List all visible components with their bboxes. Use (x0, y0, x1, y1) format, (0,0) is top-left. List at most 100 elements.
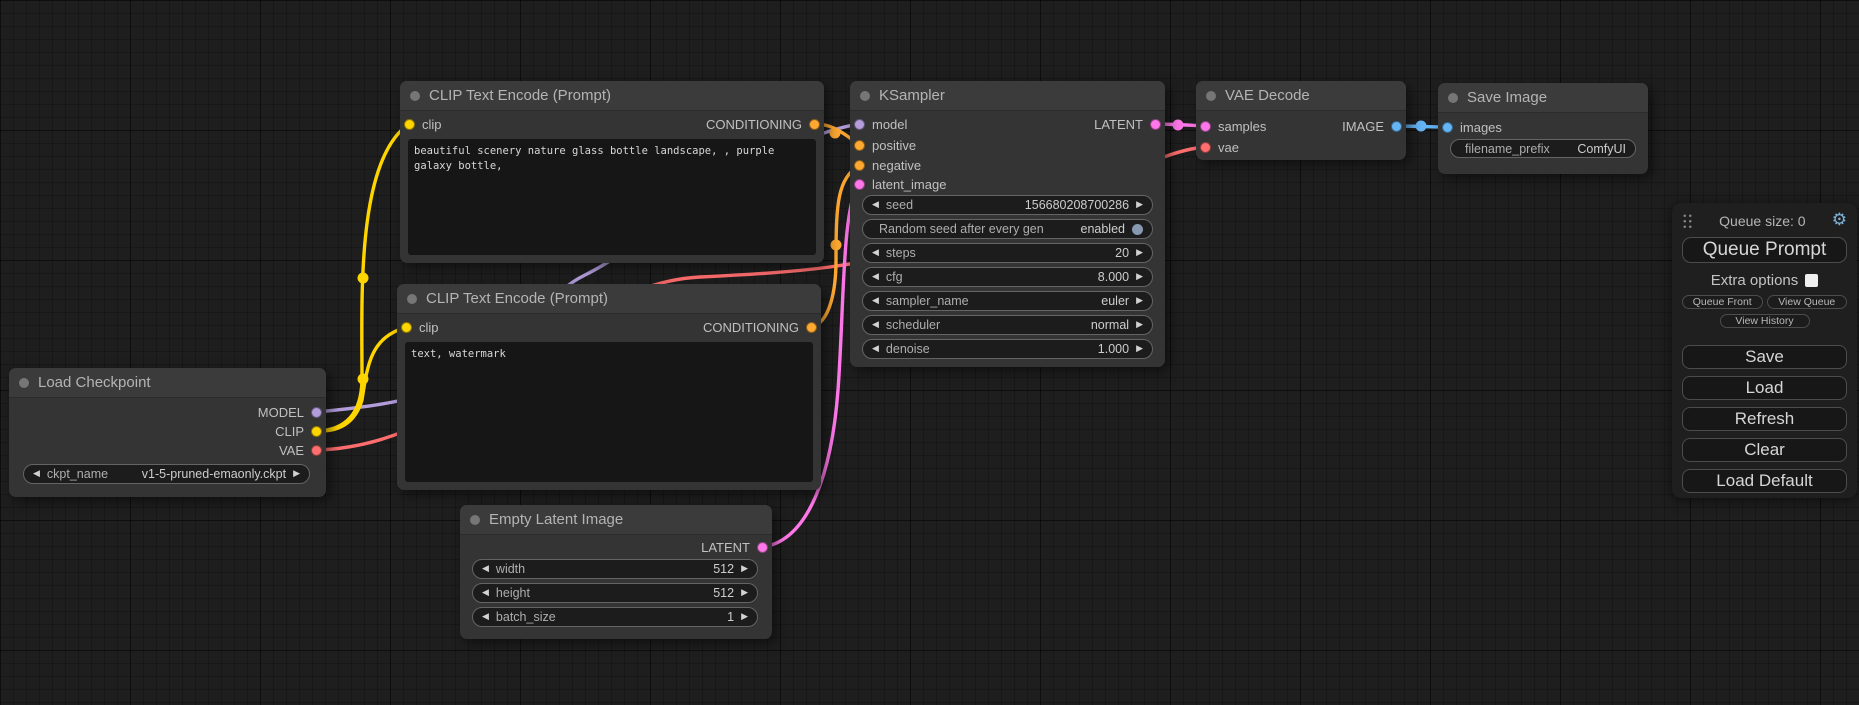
slot-dot-vae[interactable] (1200, 142, 1211, 153)
widget-sampler-name[interactable]: ◀ sampler_name euler ▶ (862, 291, 1153, 311)
decrement-arrow-icon[interactable]: ◀ (872, 344, 879, 354)
slot-dot-latent[interactable] (1150, 119, 1161, 130)
widget-seed[interactable]: ◀ seed 156680208700286 ▶ (862, 195, 1153, 215)
slot-dot-conditioning[interactable] (854, 140, 865, 151)
slot-dot-model[interactable] (311, 407, 322, 418)
slot-dot-latent[interactable] (1200, 121, 1211, 132)
widget-filename-prefix[interactable]: filename_prefix ComfyUI (1450, 139, 1636, 158)
output-slot-latent[interactable]: LATENT (701, 539, 768, 555)
slot-dot-image[interactable] (1391, 121, 1402, 132)
node-clip-text-encode-positive[interactable]: CLIP Text Encode (Prompt) clip CONDITION… (400, 81, 824, 263)
increment-arrow-icon[interactable]: ▶ (293, 469, 300, 479)
slot-dot-clip[interactable] (311, 426, 322, 437)
link-dot (1173, 120, 1184, 131)
drag-handle-icon[interactable] (1682, 213, 1693, 228)
slot-dot-model[interactable] (854, 119, 865, 130)
increment-arrow-icon[interactable]: ▶ (1136, 248, 1143, 258)
node-clip-text-encode-negative[interactable]: CLIP Text Encode (Prompt) clip CONDITION… (397, 284, 821, 490)
extra-options-checkbox[interactable] (1805, 274, 1818, 287)
collapse-dot-icon[interactable] (407, 294, 417, 304)
collapse-dot-icon[interactable] (1206, 91, 1216, 101)
input-slot-vae[interactable]: vae (1200, 139, 1239, 155)
decrement-arrow-icon[interactable]: ◀ (872, 272, 879, 282)
slot-dot-vae[interactable] (311, 445, 322, 456)
queue-prompt-button[interactable]: Queue Prompt (1682, 237, 1847, 263)
widget-cfg[interactable]: ◀ cfg 8.000 ▶ (862, 267, 1153, 287)
increment-arrow-icon[interactable]: ▶ (741, 612, 748, 622)
refresh-button[interactable]: Refresh (1682, 407, 1847, 431)
increment-arrow-icon[interactable]: ▶ (1136, 296, 1143, 306)
increment-arrow-icon[interactable]: ▶ (1136, 320, 1143, 330)
node-empty-latent-image[interactable]: Empty Latent Image LATENT ◀ width 512 ▶ … (460, 505, 772, 639)
output-slot-conditioning[interactable]: CONDITIONING (706, 116, 820, 132)
widget-random-seed-toggle[interactable]: Random seed after every gen enabled (862, 219, 1153, 239)
slot-label: model (872, 117, 907, 132)
increment-arrow-icon[interactable]: ▶ (1136, 272, 1143, 282)
node-load-checkpoint[interactable]: Load Checkpoint MODEL CLIP VAE ◀ ckpt_na… (9, 368, 326, 497)
collapse-dot-icon[interactable] (860, 91, 870, 101)
toggle-on-icon[interactable] (1132, 224, 1143, 235)
input-slot-model[interactable]: model (854, 116, 907, 132)
input-slot-latent-image[interactable]: latent_image (854, 176, 946, 192)
output-slot-latent[interactable]: LATENT (1094, 116, 1161, 132)
node-save-image[interactable]: Save Image images filename_prefix ComfyU… (1438, 83, 1648, 174)
input-slot-negative[interactable]: negative (854, 157, 921, 173)
widget-scheduler[interactable]: ◀ scheduler normal ▶ (862, 315, 1153, 335)
decrement-arrow-icon[interactable]: ◀ (33, 469, 40, 479)
increment-arrow-icon[interactable]: ▶ (1136, 200, 1143, 210)
decrement-arrow-icon[interactable]: ◀ (482, 564, 489, 574)
increment-arrow-icon[interactable]: ▶ (741, 588, 748, 598)
widget-denoise[interactable]: ◀ denoise 1.000 ▶ (862, 339, 1153, 359)
input-slot-images[interactable]: images (1442, 119, 1502, 135)
node-title: CLIP Text Encode (Prompt) (429, 87, 611, 104)
slot-dot-image[interactable] (1442, 122, 1453, 133)
widget-ckpt-name[interactable]: ◀ ckpt_name v1-5-pruned-emaonly.ckpt ▶ (23, 464, 310, 484)
clear-button[interactable]: Clear (1682, 438, 1847, 462)
output-slot-image[interactable]: IMAGE (1342, 118, 1402, 134)
save-button[interactable]: Save (1682, 345, 1847, 369)
slot-dot-clip[interactable] (404, 119, 415, 130)
decrement-arrow-icon[interactable]: ◀ (872, 296, 879, 306)
increment-arrow-icon[interactable]: ▶ (741, 564, 748, 574)
widget-height[interactable]: ◀ height 512 ▶ (472, 583, 758, 603)
widget-width[interactable]: ◀ width 512 ▶ (472, 559, 758, 579)
view-history-button[interactable]: View History (1720, 314, 1810, 328)
settings-gear-icon[interactable]: ⚙ (1832, 212, 1847, 229)
queue-front-button[interactable]: Queue Front (1682, 295, 1763, 309)
input-slot-clip[interactable]: clip (404, 116, 442, 132)
slot-dot-conditioning[interactable] (854, 160, 865, 171)
node-ksampler[interactable]: KSampler model positive negative latent_… (850, 81, 1165, 367)
decrement-arrow-icon[interactable]: ◀ (482, 612, 489, 622)
collapse-dot-icon[interactable] (19, 378, 29, 388)
output-slot-conditioning[interactable]: CONDITIONING (703, 319, 817, 335)
input-slot-positive[interactable]: positive (854, 137, 916, 153)
load-default-button[interactable]: Load Default (1682, 469, 1847, 493)
slot-dot-latent[interactable] (757, 542, 768, 553)
collapse-dot-icon[interactable] (410, 91, 420, 101)
negative-prompt-textarea[interactable]: text, watermark (405, 342, 813, 482)
decrement-arrow-icon[interactable]: ◀ (482, 588, 489, 598)
output-slot-clip[interactable]: CLIP (275, 423, 322, 439)
output-slot-vae[interactable]: VAE (279, 442, 322, 458)
collapse-dot-icon[interactable] (1448, 93, 1458, 103)
slot-label: CONDITIONING (703, 320, 799, 335)
output-slot-model[interactable]: MODEL (258, 404, 322, 420)
slot-dot-latent[interactable] (854, 179, 865, 190)
widget-steps[interactable]: ◀ steps 20 ▶ (862, 243, 1153, 263)
input-slot-samples[interactable]: samples (1200, 118, 1266, 134)
slot-label: clip (419, 320, 439, 335)
decrement-arrow-icon[interactable]: ◀ (872, 248, 879, 258)
decrement-arrow-icon[interactable]: ◀ (872, 200, 879, 210)
slot-dot-conditioning[interactable] (809, 119, 820, 130)
load-button[interactable]: Load (1682, 376, 1847, 400)
increment-arrow-icon[interactable]: ▶ (1136, 344, 1143, 354)
slot-dot-conditioning[interactable] (806, 322, 817, 333)
widget-batch-size[interactable]: ◀ batch_size 1 ▶ (472, 607, 758, 627)
positive-prompt-textarea[interactable]: beautiful scenery nature glass bottle la… (408, 139, 816, 255)
slot-dot-clip[interactable] (401, 322, 412, 333)
decrement-arrow-icon[interactable]: ◀ (872, 320, 879, 330)
node-vae-decode[interactable]: VAE Decode samples vae IMAGE (1196, 81, 1406, 160)
collapse-dot-icon[interactable] (470, 515, 480, 525)
view-queue-button[interactable]: View Queue (1767, 295, 1848, 309)
input-slot-clip[interactable]: clip (401, 319, 439, 335)
